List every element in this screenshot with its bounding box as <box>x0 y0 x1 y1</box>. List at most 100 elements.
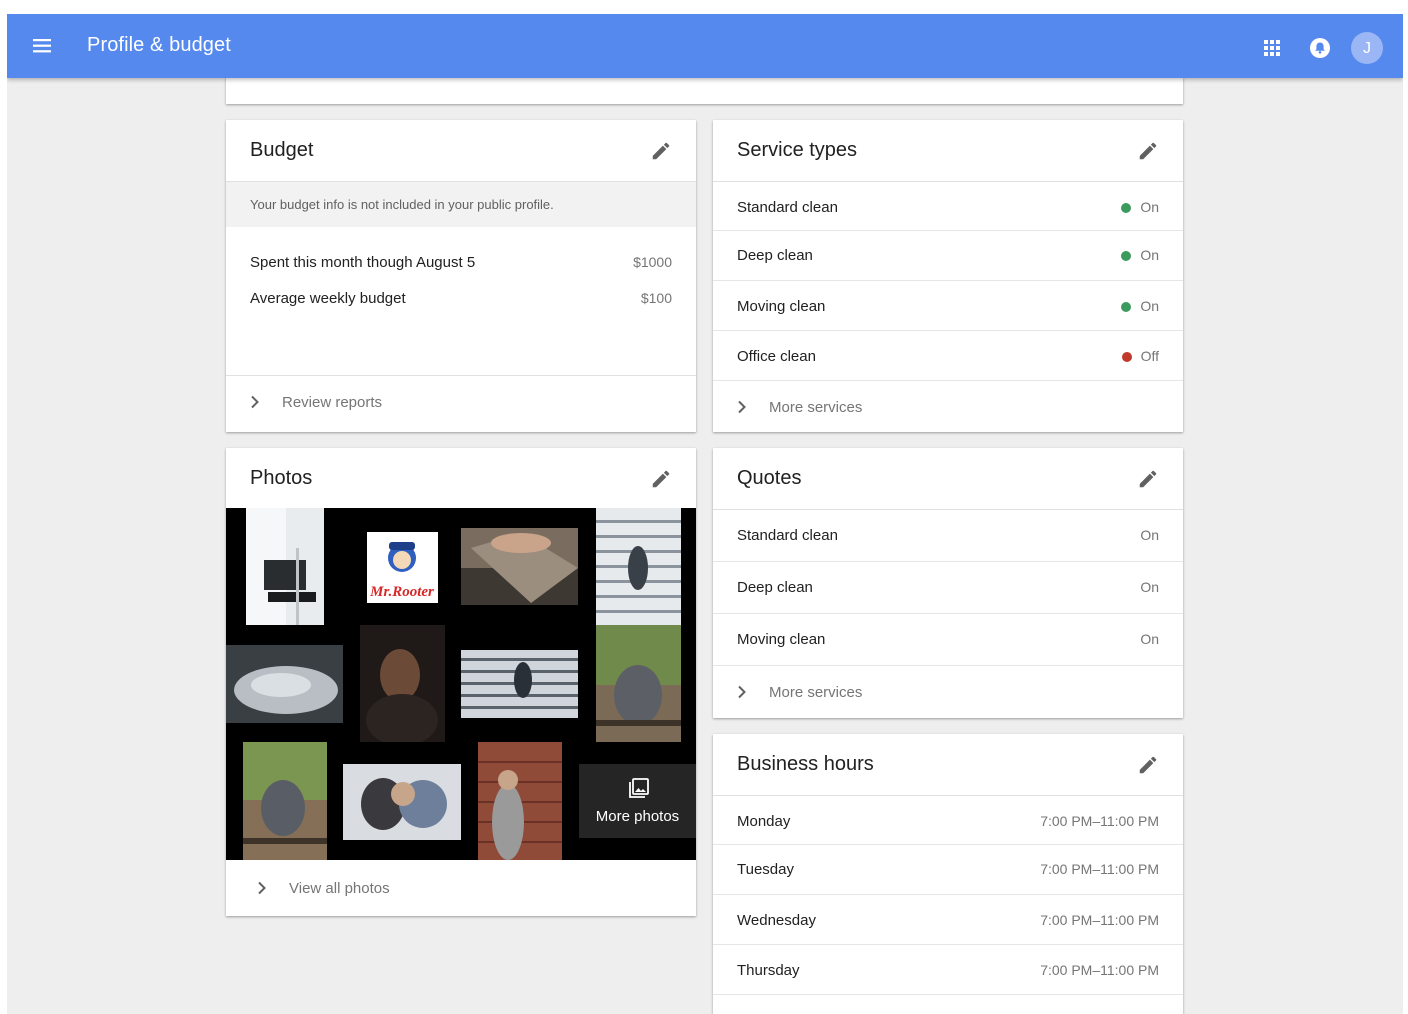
service-status: Off <box>1121 348 1159 364</box>
service-label: Deep clean <box>737 247 813 264</box>
more-photos-button[interactable]: More photos <box>579 764 696 838</box>
status-dot <box>1121 203 1132 213</box>
photo-thumbnail[interactable] <box>461 650 578 718</box>
photo-thumbnail[interactable] <box>246 508 324 625</box>
hours-time: 7:00 PM–11:00 PM <box>1040 861 1159 877</box>
more-services-link[interactable]: More services <box>713 381 1183 435</box>
photo-thumbnail[interactable] <box>596 508 681 625</box>
quotes-title: Quotes <box>737 467 802 489</box>
review-reports-label: Review reports <box>282 394 383 411</box>
status-dot <box>1121 251 1132 261</box>
status-dot <box>1121 302 1132 312</box>
more-services-label: More services <box>769 684 863 701</box>
hours-day: Monday <box>737 813 791 830</box>
photos-card: Photos Mr.Rooter More photos View all ph… <box>226 448 696 916</box>
service-label: Standard clean <box>737 199 838 216</box>
hours-time: 7:00 PM–11:00 PM <box>1040 962 1159 978</box>
mr-rooter-logo: Mr.Rooter <box>369 584 434 600</box>
hours-day: Tuesday <box>737 861 794 878</box>
quote-row-standard-clean[interactable]: Standard clean On <box>713 510 1183 562</box>
hours-day: Thursday <box>737 962 800 979</box>
photo-thumbnail[interactable] <box>243 742 327 860</box>
view-all-photos-label: View all photos <box>289 880 390 897</box>
service-row-standard-clean[interactable]: Standard clean On <box>713 182 1183 231</box>
service-status: On <box>1121 247 1159 263</box>
hours-row-monday: Monday 7:00 PM–11:00 PM <box>713 796 1183 845</box>
budget-title: Budget <box>250 139 314 161</box>
budget-row-label: Average weekly budget <box>250 290 406 307</box>
app-frame: Profile & budget J Budget Your budget in… <box>7 14 1403 1014</box>
app-bar: Profile & budget J <box>7 14 1403 78</box>
hours-time: 7:00 PM–11:00 PM <box>1040 912 1159 928</box>
hours-row-tuesday: Tuesday 7:00 PM–11:00 PM <box>713 845 1183 895</box>
photo-thumbnail[interactable] <box>478 742 562 860</box>
service-types-title: Service types <box>737 139 858 161</box>
quote-status: On <box>1140 527 1159 543</box>
edit-budget-icon[interactable] <box>650 140 672 162</box>
photo-thumbnail[interactable] <box>343 764 461 840</box>
edit-service-types-icon[interactable] <box>1137 140 1159 162</box>
quote-label: Standard clean <box>737 527 838 544</box>
quotes-card: Quotes Standard clean On Deep clean On M… <box>713 448 1183 718</box>
business-hours-header: Business hours <box>713 734 1183 796</box>
notifications-icon[interactable] <box>1309 37 1331 59</box>
quote-row-moving-clean[interactable]: Moving clean On <box>713 614 1183 666</box>
quote-label: Deep clean <box>737 579 813 596</box>
service-status: On <box>1121 298 1159 314</box>
business-hours-title: Business hours <box>737 753 874 775</box>
budget-note-text: Your budget info is not included in your… <box>250 197 554 212</box>
service-status: On <box>1121 199 1159 215</box>
service-row-deep-clean[interactable]: Deep clean On <box>713 231 1183 281</box>
photo-thumbnail[interactable]: Mr.Rooter <box>367 532 438 603</box>
budget-header: Budget <box>226 120 696 182</box>
photo-thumbnail[interactable] <box>226 645 343 723</box>
more-services-label: More services <box>769 399 863 416</box>
quotes-more-services-link[interactable]: More services <box>713 666 1183 720</box>
photo-library-icon <box>629 778 649 798</box>
chevron-right-icon <box>738 400 746 414</box>
photos-header: Photos <box>226 448 696 509</box>
hours-time: 7:00 PM–11:00 PM <box>1040 813 1159 829</box>
avatar[interactable]: J <box>1351 32 1383 64</box>
edit-photos-icon[interactable] <box>650 468 672 490</box>
service-row-office-clean[interactable]: Office clean Off <box>713 331 1183 381</box>
edit-quotes-icon[interactable] <box>1137 468 1159 490</box>
budget-row-label: Spent this month though August 5 <box>250 254 476 271</box>
business-hours-card: Business hours Monday 7:00 PM–11:00 PM T… <box>713 734 1183 1014</box>
service-types-card: Service types Standard clean On Deep cle… <box>713 120 1183 432</box>
hours-row-thursday: Thursday 7:00 PM–11:00 PM <box>713 945 1183 995</box>
edit-business-hours-icon[interactable] <box>1137 754 1159 776</box>
budget-row-value: $1000 <box>633 254 672 270</box>
budget-card: Budget Your budget info is not included … <box>226 120 696 432</box>
more-photos-label: More photos <box>595 808 680 825</box>
hours-row-wednesday: Wednesday 7:00 PM–11:00 PM <box>713 895 1183 945</box>
chevron-right-icon <box>258 881 266 895</box>
review-reports-link[interactable]: Review reports <box>226 375 696 430</box>
service-row-moving-clean[interactable]: Moving clean On <box>713 281 1183 331</box>
budget-row: Spent this month though August 5 $1000 <box>226 254 696 274</box>
photo-grid: Mr.Rooter More photos <box>226 508 696 860</box>
chevron-right-icon <box>251 395 259 409</box>
photo-thumbnail[interactable] <box>461 528 578 605</box>
quote-status: On <box>1140 631 1159 647</box>
photos-title: Photos <box>250 467 313 489</box>
photo-thumbnail[interactable] <box>596 625 681 742</box>
budget-privacy-note: Your budget info is not included in your… <box>226 182 696 227</box>
quotes-header: Quotes <box>713 448 1183 510</box>
hours-day: Wednesday <box>737 912 816 929</box>
budget-row-value: $100 <box>640 290 672 306</box>
quote-label: Moving clean <box>737 631 826 648</box>
page-title: Profile & budget <box>87 34 231 56</box>
service-label: Office clean <box>737 348 816 365</box>
service-label: Moving clean <box>737 298 826 315</box>
budget-row: Average weekly budget $100 <box>226 290 696 310</box>
photo-thumbnail[interactable] <box>360 625 445 742</box>
service-types-header: Service types <box>713 120 1183 182</box>
view-all-photos-link[interactable]: View all photos <box>226 862 696 916</box>
chevron-right-icon <box>738 685 746 699</box>
apps-icon[interactable] <box>1263 39 1281 57</box>
quote-status: On <box>1140 579 1159 595</box>
menu-icon[interactable] <box>31 36 55 56</box>
status-dot <box>1121 352 1132 362</box>
quote-row-deep-clean[interactable]: Deep clean On <box>713 562 1183 614</box>
